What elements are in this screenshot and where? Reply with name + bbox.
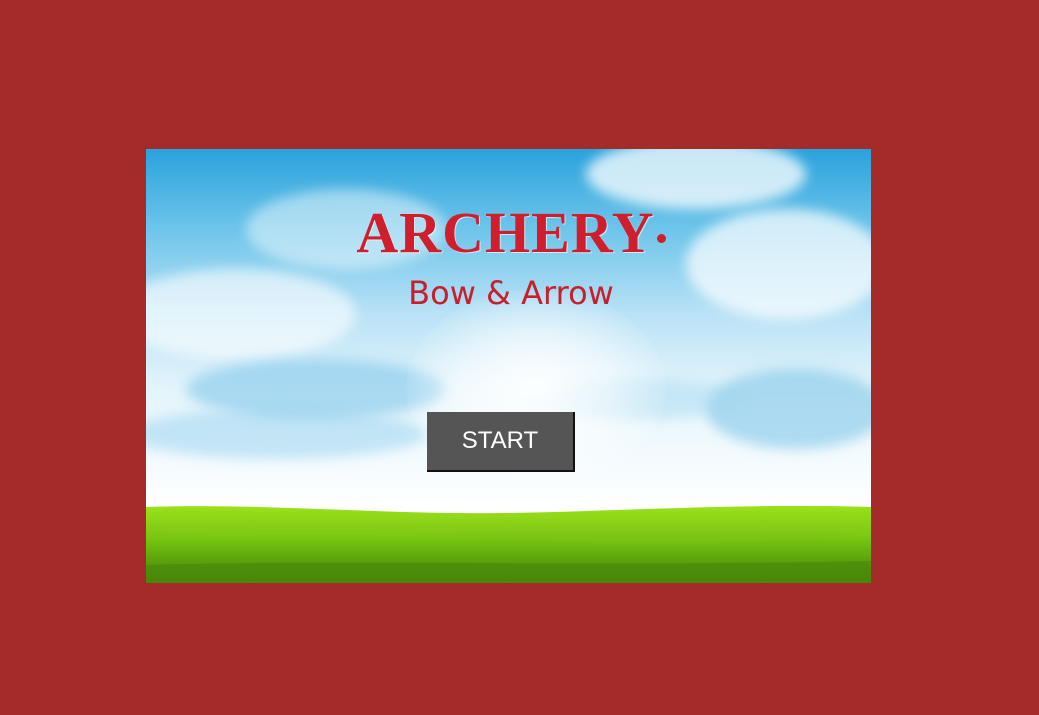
- game-subtitle: Bow & Arrow: [408, 274, 614, 312]
- game-canvas[interactable]: ARCHERY Bow & Arrow START: [146, 149, 871, 583]
- cloud: [146, 269, 356, 359]
- cloud: [146, 409, 426, 459]
- game-title-text: ARCHERY: [356, 200, 655, 265]
- grass-hills: [146, 505, 871, 583]
- title-dot-icon: [656, 234, 666, 244]
- cloud: [686, 209, 871, 319]
- game-title: ARCHERY: [326, 204, 696, 262]
- start-button[interactable]: START: [427, 412, 575, 472]
